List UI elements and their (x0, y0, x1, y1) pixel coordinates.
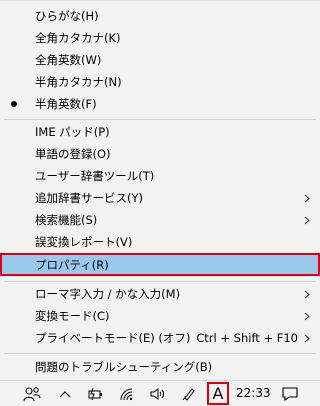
action-center-notification-icon[interactable] (280, 384, 300, 404)
submenu-chevron-icon (302, 333, 312, 343)
menu-item-fullwidth-katakana[interactable]: 全角カタカナ(K) (0, 27, 320, 49)
menu-item-properties[interactable]: プロパティ(R) (0, 253, 320, 276)
menu-item-label: ひらがな(H) (35, 9, 99, 23)
menu-item-private-mode[interactable]: プライベートモード(E) (オフ) Ctrl + Shift + F10 (0, 327, 320, 349)
menu-item-label: 追加辞書サービス(Y) (35, 191, 143, 205)
menu-item-search-function[interactable]: 検索機能(S) (0, 209, 320, 231)
ime-mode-indicator[interactable]: A (207, 382, 229, 405)
menu-item-ime-pad[interactable]: IME パッド(P) (0, 121, 320, 143)
menu-item-label: 半角カタカナ(N) (35, 75, 122, 89)
submenu-chevron-icon (302, 289, 312, 299)
volume-icon[interactable] (148, 384, 168, 404)
menu-item-conversion-error-report[interactable]: 誤変換レポート(V) (0, 231, 320, 253)
menu-item-word-registration[interactable]: 単語の登録(O) (0, 143, 320, 165)
menu-item-label: プロパティ(R) (35, 257, 109, 272)
menu-item-label: 変換モード(C) (35, 309, 110, 323)
menu-separator (4, 119, 316, 120)
menu-item-additional-dictionary-service[interactable]: 追加辞書サービス(Y) (0, 187, 320, 209)
keyboard-shortcut: Ctrl + Shift + F10 (196, 331, 298, 345)
taskbar: A 22:33 (0, 380, 320, 406)
submenu-chevron-icon (302, 215, 312, 225)
menu-item-label: IME パッド(P) (35, 125, 110, 139)
menu-separator (4, 353, 316, 354)
menu-item-fullwidth-alphanumeric[interactable]: 全角英数(W) (0, 49, 320, 71)
taskbar-clock[interactable]: 22:33 (236, 386, 271, 400)
menu-item-halfwidth-alphanumeric[interactable]: 半角英数(F) (0, 93, 320, 115)
menu-item-label: 誤変換レポート(V) (35, 235, 133, 249)
menu-item-label: 全角英数(W) (35, 53, 102, 67)
menu-item-label: 検索機能(S) (35, 213, 98, 227)
pen-workspace-icon[interactable] (180, 384, 198, 404)
menu-item-hiragana[interactable]: ひらがな(H) (0, 5, 320, 27)
menu-separator (4, 281, 316, 282)
submenu-chevron-icon (302, 311, 312, 321)
menu-item-label: 問題のトラブルシューティング(B) (35, 360, 213, 374)
menu-item-troubleshooting[interactable]: 問題のトラブルシューティング(B) (0, 356, 320, 378)
selected-bullet-icon (11, 101, 17, 107)
menu-item-user-dictionary-tool[interactable]: ユーザー辞書ツール(T) (0, 165, 320, 187)
ime-context-menu: ひらがな(H) 全角カタカナ(K) 全角英数(W) 半角カタカナ(N) 半角英数… (0, 0, 320, 380)
show-hidden-icons-chevron-up-icon[interactable] (56, 384, 74, 404)
menu-item-label: ローマ字入力 / かな入力(M) (35, 287, 181, 301)
battery-icon[interactable] (86, 384, 104, 404)
menu-item-label: 全角カタカナ(K) (35, 31, 121, 45)
menu-item-romaji-kana-input[interactable]: ローマ字入力 / かな入力(M) (0, 283, 320, 305)
submenu-chevron-icon (302, 193, 312, 203)
menu-item-label: 単語の登録(O) (35, 147, 111, 161)
menu-item-label: ユーザー辞書ツール(T) (35, 169, 155, 183)
people-icon[interactable] (22, 384, 42, 404)
menu-item-label: 半角英数(F) (35, 97, 97, 111)
menu-item-label: プライベートモード(E) (オフ) (35, 331, 191, 345)
menu-item-conversion-mode[interactable]: 変換モード(C) (0, 305, 320, 327)
wifi-icon[interactable] (118, 384, 136, 404)
menu-item-halfwidth-katakana[interactable]: 半角カタカナ(N) (0, 71, 320, 93)
